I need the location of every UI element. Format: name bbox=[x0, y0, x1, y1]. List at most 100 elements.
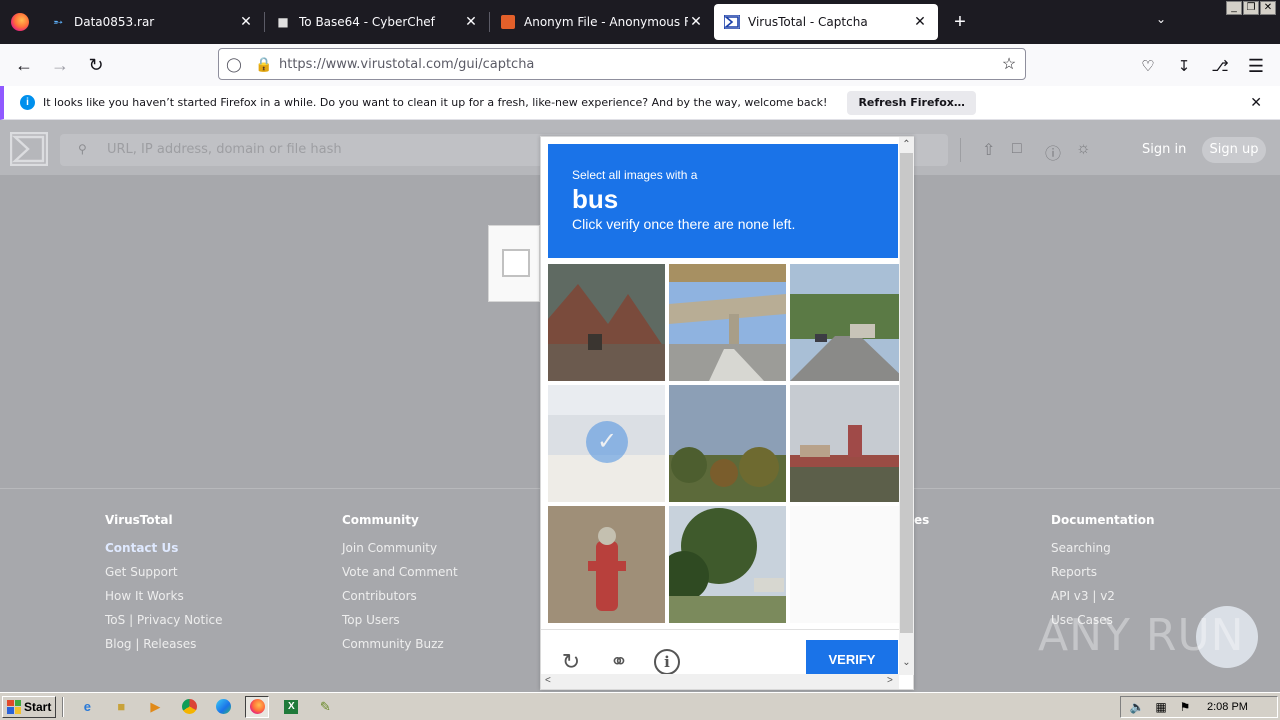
close-icon[interactable]: ✕ bbox=[912, 14, 928, 30]
captcha-instructions: Select all images with a bus Click verif… bbox=[548, 144, 898, 258]
help-info-icon[interactable]: i bbox=[654, 649, 680, 675]
tab-title: To Base64 - CyberChef bbox=[299, 15, 435, 29]
system-tray: 🔈 ▦ ⚑ 2:08 PM bbox=[1120, 696, 1278, 718]
restore-button[interactable]: ❐ bbox=[1243, 1, 1259, 15]
new-tab-button[interactable]: + bbox=[938, 0, 982, 44]
horizontal-scrollbar[interactable]: < > bbox=[541, 674, 899, 689]
instruction-line-2: Click verify once there are none left. bbox=[572, 216, 796, 232]
firefox-logo-icon[interactable] bbox=[0, 0, 40, 44]
captcha-tile-highway-overpass[interactable] bbox=[669, 264, 786, 381]
chef-hat-icon: ■ bbox=[277, 15, 289, 29]
captcha-tile-trees-sky[interactable] bbox=[669, 385, 786, 502]
windows-taskbar: Start e ■ ▶ X ✎ 🔈 ▦ ⚑ 2:08 PM bbox=[0, 692, 1280, 720]
footer-heading: es bbox=[914, 513, 930, 527]
footer-link[interactable]: Vote and Comment bbox=[342, 565, 458, 589]
close-icon[interactable]: ✕ bbox=[238, 14, 254, 30]
tab-anonym-file[interactable]: Anonym File - Anonymous File Uplo ✕ bbox=[490, 4, 714, 40]
media-player-icon[interactable]: ▶ bbox=[143, 696, 167, 718]
captcha-tile-blank[interactable] bbox=[790, 506, 907, 623]
theme-sun-icon[interactable]: ☼ bbox=[1076, 140, 1091, 158]
anonym-file-icon bbox=[500, 14, 516, 30]
reload-challenge-icon[interactable]: ↻ bbox=[558, 649, 584, 675]
recaptcha-checkbox-card bbox=[488, 225, 540, 302]
scroll-up-icon[interactable]: ⌃ bbox=[899, 139, 914, 150]
help-icon[interactable]: ⓘ bbox=[1045, 140, 1061, 164]
firefox-taskbar-icon[interactable] bbox=[245, 695, 270, 718]
edge-icon[interactable] bbox=[211, 696, 235, 718]
reload-icon[interactable]: ↻ bbox=[78, 49, 114, 81]
shield-icon[interactable]: ◯ bbox=[219, 56, 249, 73]
scrollbar-thumb[interactable] bbox=[900, 153, 913, 633]
footer-link[interactable]: How It Works bbox=[105, 589, 223, 613]
scroll-left-icon[interactable]: < bbox=[545, 675, 551, 686]
pocket-icon[interactable]: ♡ bbox=[1130, 50, 1166, 82]
file-explorer-icon[interactable]: ■ bbox=[109, 696, 133, 718]
close-window-button[interactable]: ✕ bbox=[1260, 1, 1276, 15]
start-button[interactable]: Start bbox=[2, 695, 57, 718]
scroll-down-icon[interactable]: ⌄ bbox=[899, 657, 914, 668]
notifications-icon[interactable]: □ bbox=[1012, 140, 1022, 158]
captcha-tile-tree-road[interactable] bbox=[669, 506, 786, 623]
footer-link[interactable]: Top Users bbox=[342, 613, 458, 637]
close-icon[interactable]: ✕ bbox=[463, 14, 479, 30]
scroll-right-icon[interactable]: > bbox=[887, 675, 893, 686]
captcha-tile-house-roof[interactable] bbox=[548, 264, 665, 381]
notification-text: It looks like you haven’t started Firefo… bbox=[43, 96, 828, 109]
url-text[interactable]: https://www.virustotal.com/gui/captcha bbox=[279, 57, 993, 72]
tab-virustotal-captcha[interactable]: VirusTotal - Captcha ✕ bbox=[714, 4, 938, 40]
volume-icon[interactable]: 🔈 bbox=[1129, 700, 1145, 714]
captcha-tile-street-cars[interactable] bbox=[790, 264, 907, 381]
virustotal-icon bbox=[724, 14, 740, 30]
close-icon[interactable]: ✕ bbox=[1250, 94, 1262, 111]
chrome-icon[interactable] bbox=[177, 696, 201, 718]
address-bar[interactable]: ◯ 🔒 https://www.virustotal.com/gui/captc… bbox=[218, 48, 1026, 80]
footer-link[interactable]: Searching bbox=[1051, 541, 1155, 565]
footer-link[interactable]: Reports bbox=[1051, 565, 1155, 589]
instruction-line-1: Select all images with a bbox=[572, 168, 698, 182]
captcha-tile-carnival-scene[interactable] bbox=[790, 385, 907, 502]
virustotal-logo-icon[interactable] bbox=[10, 132, 48, 166]
footer-column-partial: es bbox=[914, 513, 929, 541]
captcha-tile-fire-hydrant[interactable] bbox=[548, 506, 665, 623]
tab-title: Anonym File - Anonymous File Uplo bbox=[524, 15, 688, 29]
footer-link[interactable]: Get Support bbox=[105, 565, 223, 589]
sign-in-link[interactable]: Sign in bbox=[1142, 142, 1186, 157]
internet-explorer-icon[interactable]: e bbox=[75, 696, 99, 718]
upload-icon[interactable]: ⇧ bbox=[982, 140, 995, 160]
footer-link[interactable]: Contributors bbox=[342, 589, 458, 613]
footer-column-community: Community Join Community Vote and Commen… bbox=[342, 513, 458, 661]
vertical-scrollbar[interactable]: ⌃ ⌄ bbox=[899, 137, 914, 675]
excel-icon[interactable]: X bbox=[279, 696, 303, 718]
notepad-icon[interactable]: ✎ bbox=[313, 696, 337, 718]
downloads-icon[interactable]: ↧ bbox=[1166, 50, 1202, 82]
search-placeholder: URL, IP address, domain or file hash bbox=[107, 142, 342, 157]
tab-cyberchef[interactable]: ■ To Base64 - CyberChef ✕ bbox=[265, 4, 489, 40]
footer-heading: Community bbox=[342, 513, 419, 527]
footer-link[interactable]: Contact Us bbox=[105, 541, 223, 565]
footer-link[interactable]: ToS | Privacy Notice bbox=[105, 613, 223, 637]
footer-link[interactable]: Join Community bbox=[342, 541, 458, 565]
window-controls: _ ❐ ✕ bbox=[1226, 1, 1276, 15]
refresh-firefox-button[interactable]: Refresh Firefox… bbox=[847, 90, 976, 115]
tab-data0853[interactable]: ➵ Data0853.rar ✕ bbox=[40, 4, 264, 40]
extensions-icon[interactable]: ⎇ bbox=[1202, 50, 1238, 82]
bookmark-star-icon[interactable]: ☆ bbox=[993, 54, 1025, 74]
action-center-flag-icon[interactable]: ⚑ bbox=[1177, 700, 1193, 714]
network-icon[interactable]: ▦ bbox=[1153, 700, 1169, 714]
audio-challenge-headphones-icon[interactable]: ⚭ bbox=[606, 649, 632, 675]
close-icon[interactable]: ✕ bbox=[688, 14, 704, 30]
footer-link[interactable]: Blog | Releases bbox=[105, 637, 223, 661]
clock[interactable]: 2:08 PM bbox=[1207, 701, 1248, 713]
taskbar-separator bbox=[62, 696, 65, 717]
footer-link[interactable]: Community Buzz bbox=[342, 637, 458, 661]
back-arrow-icon[interactable]: ← bbox=[6, 49, 42, 81]
list-all-tabs-chevron-icon[interactable]: ⌄ bbox=[1156, 12, 1166, 26]
verify-button[interactable]: VERIFY bbox=[806, 640, 898, 676]
minimize-button[interactable]: _ bbox=[1226, 1, 1242, 15]
sign-up-button[interactable]: Sign up bbox=[1202, 137, 1266, 163]
lock-icon[interactable]: 🔒 bbox=[249, 56, 279, 73]
recaptcha-checkbox[interactable] bbox=[502, 249, 530, 277]
menu-hamburger-icon[interactable]: ☰ bbox=[1238, 50, 1274, 82]
footer-column-virustotal: VirusTotal Contact Us Get Support How It… bbox=[105, 513, 223, 661]
forward-arrow-icon[interactable]: → bbox=[42, 49, 78, 81]
